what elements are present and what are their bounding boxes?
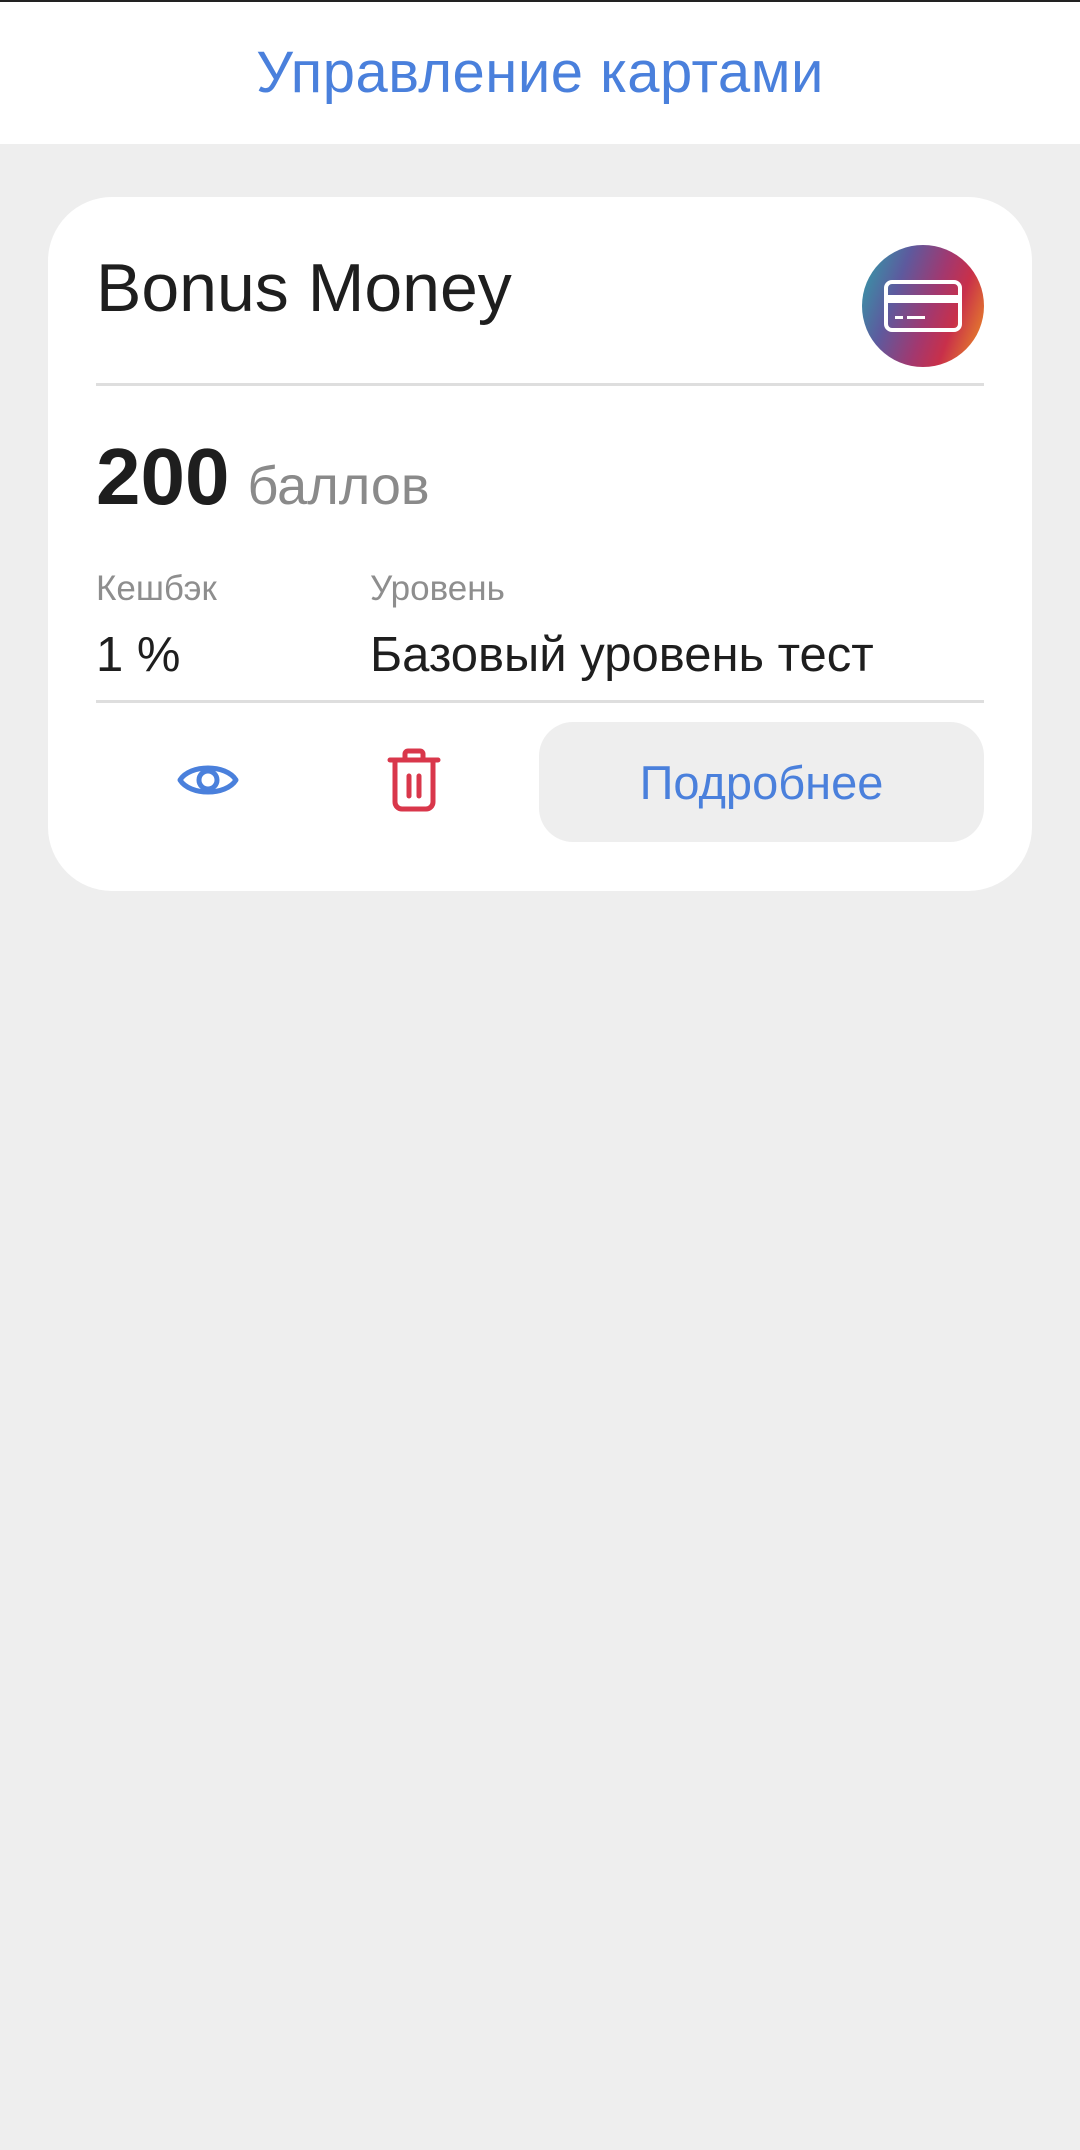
eye-icon — [177, 765, 239, 795]
page-title: Управление картами — [256, 39, 824, 105]
level-label: Уровень — [370, 569, 505, 608]
credit-card-icon — [862, 245, 984, 367]
show-card-button[interactable] — [158, 735, 258, 825]
balance-value: 200 — [96, 432, 230, 521]
cashback-label: Кешбэк — [96, 569, 217, 608]
level-value: Базовый уровень тест — [370, 628, 874, 682]
loyalty-card: Bonus Money 200 баллов Кешбэк 1 % Уровен… — [48, 197, 1032, 891]
divider — [96, 383, 984, 386]
balance-unit: баллов — [247, 456, 430, 516]
cashback-value: 1 % — [96, 628, 181, 682]
card-name: Bonus Money — [96, 250, 512, 326]
card-management-screen: Управление картами Bonus Money 200 балло… — [0, 0, 1080, 2150]
balance: 200 баллов — [96, 431, 430, 523]
divider — [96, 700, 984, 703]
delete-card-button[interactable] — [364, 735, 464, 825]
details-button[interactable]: Подробнее — [539, 722, 984, 842]
trash-icon — [387, 748, 441, 812]
app-header: Управление картами — [0, 0, 1080, 144]
